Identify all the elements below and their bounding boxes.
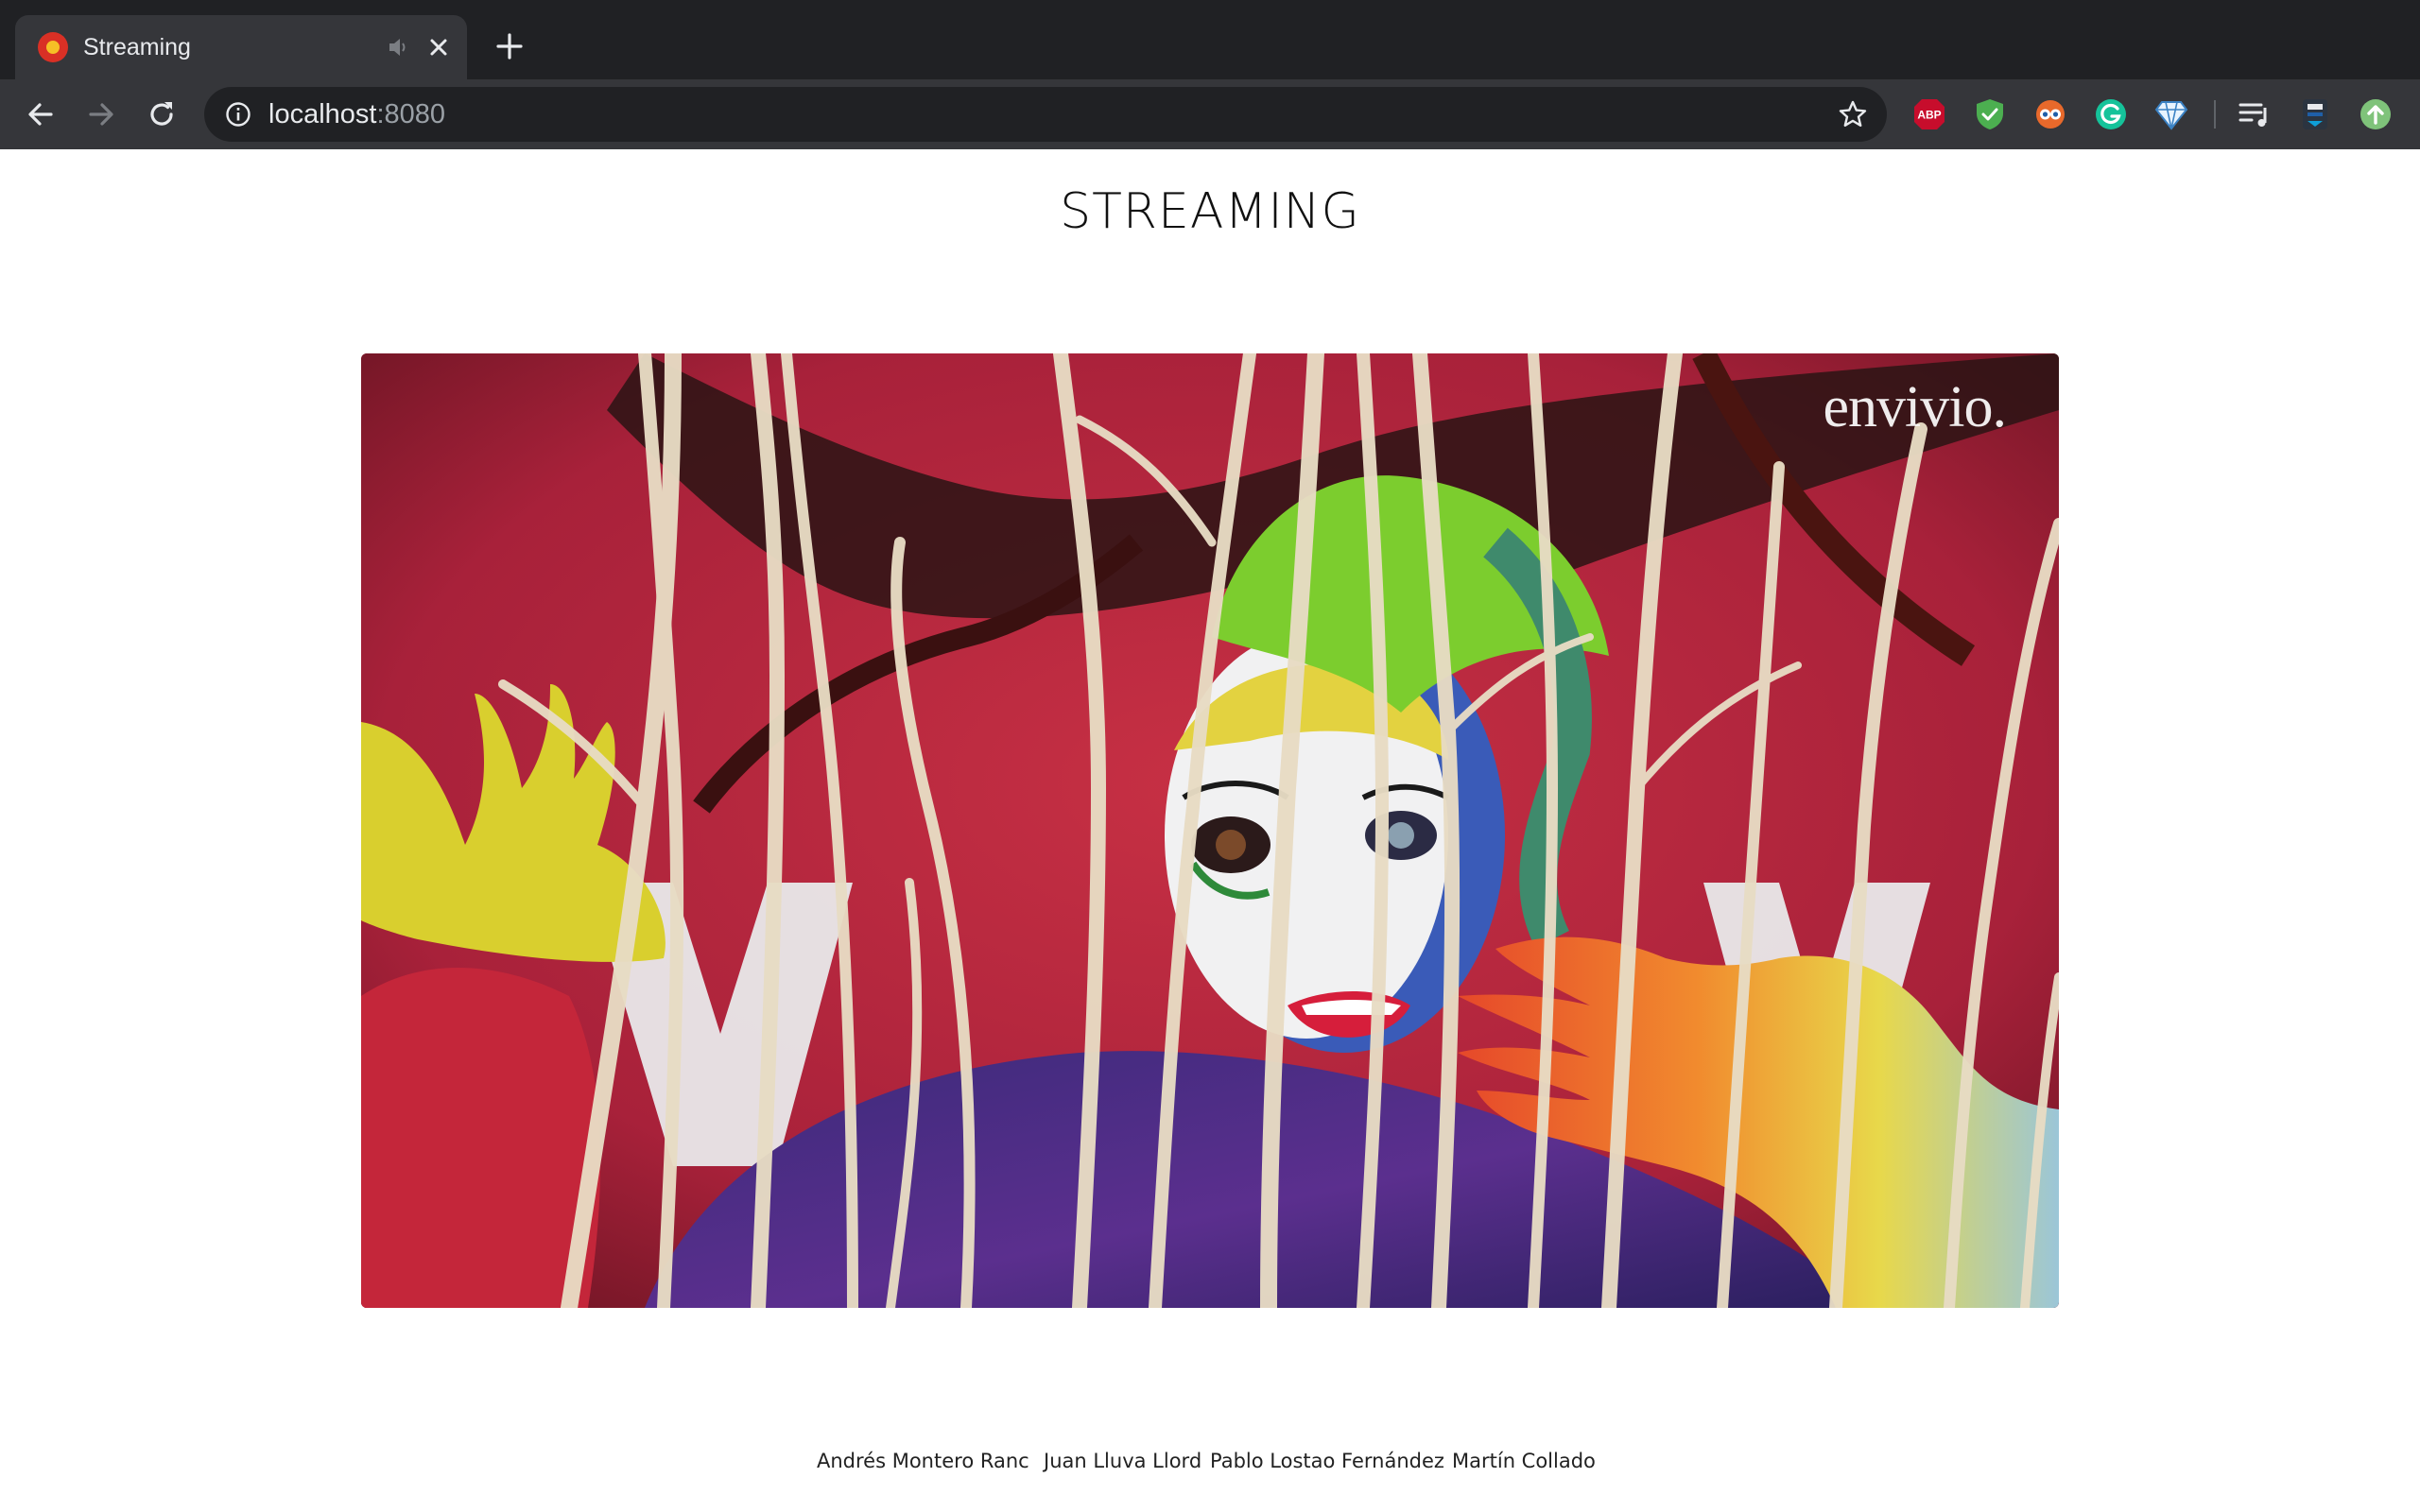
reload-icon[interactable] [144,96,180,132]
close-tab-icon[interactable] [424,32,454,62]
upload-icon[interactable] [2358,96,2394,132]
credits: Andrés Montero Ranc Juan Lluva Llord Pab… [0,1442,2420,1480]
speaker-muted-icon[interactable] [386,34,412,60]
browser-toolbar: localhost:8080 ABP [0,79,2420,149]
shield-check-icon[interactable] [1972,96,2008,132]
video-player[interactable]: envivio. [361,353,2059,1308]
url-port: :8080 [376,99,446,129]
owl-extension-icon[interactable] [2032,96,2068,132]
toolbar-separator [2214,100,2216,129]
streaming-favicon-icon [38,32,68,62]
star-icon[interactable] [1838,99,1868,129]
arrow-right-icon[interactable] [83,96,119,132]
plus-icon[interactable] [493,30,526,62]
adblock-plus-icon[interactable]: ABP [1911,96,1947,132]
svg-text:ABP: ABP [1917,109,1941,122]
browser-tab-strip: Streaming [0,0,2420,79]
url-host: localhost [268,99,377,129]
credit-name: Juan Lluva Llord [1044,1450,1202,1472]
grammarly-icon[interactable] [2093,96,2129,132]
diamond-icon[interactable] [2153,96,2189,132]
video-frame [361,353,2059,1308]
page-title: STREAMING [1060,183,1360,240]
browser-tab[interactable]: Streaming [15,15,467,79]
info-icon[interactable] [225,101,251,128]
arrow-left-icon[interactable] [23,96,59,132]
credit-name: Pablo Lostao Fernández [1210,1450,1444,1472]
playlist-icon[interactable] [2237,96,2273,132]
credit-name: Andrés Montero Ranc [817,1450,1029,1472]
tab-title: Streaming [83,34,191,60]
credit-name: Martín Collado [1452,1450,1596,1472]
address-bar[interactable]: localhost:8080 [204,87,1887,142]
url-text[interactable]: localhost:8080 [268,98,445,130]
profile-extension-icon[interactable] [2297,96,2333,132]
video-watermark: envivio. [1823,375,2007,439]
page-content: STREAMING envivio. Andrés Montero Ranc J… [0,149,2420,1512]
